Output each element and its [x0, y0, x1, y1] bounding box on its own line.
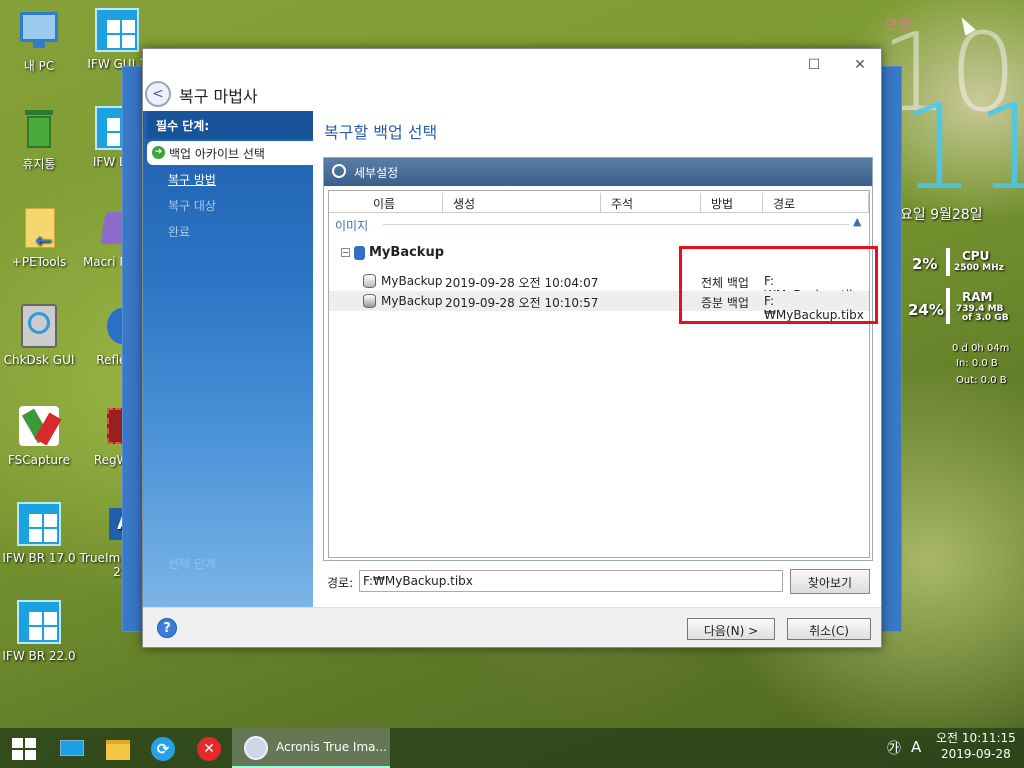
- back-arrow-icon[interactable]: <: [145, 81, 171, 107]
- folder-icon: ←: [17, 206, 61, 252]
- clock-minute: 11: [900, 78, 1024, 216]
- cpu-label: CPU: [962, 249, 990, 263]
- sidebar-item-archive-select[interactable]: ➔ 백업 아카이브 선택: [147, 141, 313, 165]
- column-created[interactable]: 생성: [443, 193, 601, 213]
- dialog-footer: ? 다음(N) > 취소(C): [143, 607, 881, 647]
- next-button[interactable]: 다음(N) >: [687, 618, 775, 640]
- group-label: 이미지: [335, 219, 369, 233]
- browse-button[interactable]: 찾아보기: [790, 569, 870, 594]
- refresh-icon[interactable]: ⟳: [150, 736, 176, 762]
- panel-header[interactable]: 세부설정: [324, 158, 872, 186]
- ram-label: RAM: [962, 290, 993, 304]
- file-explorer-icon[interactable]: [104, 736, 130, 762]
- clock-date: 요일 9월28일: [900, 207, 983, 223]
- incremental-backup-icon: [363, 294, 376, 308]
- recovery-wizard-dialog: < 복구 마법사 ☐ ✕ 필수 단계: ➔ 백업 아카이브 선택 복구 방법 복…: [142, 48, 882, 648]
- column-path[interactable]: 경로: [763, 193, 869, 213]
- magnifier-icon: [332, 164, 346, 178]
- ram-bar: [946, 288, 950, 324]
- uptime: 0 d 0h 04m: [952, 343, 1010, 354]
- recycle-bin-icon: [17, 106, 61, 150]
- sidebar-header: 필수 단계:: [147, 111, 313, 139]
- pc-icon: [17, 8, 61, 52]
- sidebar-item-finish: 완료: [168, 225, 191, 239]
- dialog-title: 복구 마법사: [179, 87, 258, 106]
- taskbar-item-acronis[interactable]: Acronis True Ima...: [232, 728, 390, 768]
- windows-icon: [17, 600, 61, 644]
- collapse-icon[interactable]: −: [341, 248, 350, 257]
- help-icon[interactable]: ?: [157, 618, 177, 638]
- desktop-icon-my-pc[interactable]: 내 PC: [0, 8, 78, 74]
- full-backup-icon: [363, 274, 376, 288]
- column-name[interactable]: 이름: [359, 193, 443, 213]
- cpu-freq: 2500 MHz: [954, 263, 1004, 273]
- desktop-icon-recycle-bin[interactable]: 휴지통: [0, 106, 78, 172]
- chevron-up-icon[interactable]: ▲: [853, 215, 861, 228]
- net-in: In: 0.0 B: [956, 358, 998, 369]
- ram-percent: 24%: [908, 301, 944, 319]
- disk-icon: [17, 304, 61, 348]
- group-divider: [383, 224, 849, 225]
- sidebar-item-recovery-method[interactable]: 복구 방법: [168, 171, 216, 188]
- ime-hangul-icon[interactable]: ㉮: [887, 738, 901, 758]
- maximize-button[interactable]: ☐: [799, 55, 829, 75]
- tree-root-mybackup[interactable]: − MyBackup: [341, 245, 444, 260]
- acronis-icon: [244, 736, 268, 760]
- arrow-right-icon: ➔: [152, 146, 165, 159]
- path-input[interactable]: F:₩MyBackup.tibx: [359, 570, 783, 592]
- cpu-percent: 2%: [912, 255, 938, 273]
- ime-mode-icon[interactable]: A: [911, 738, 921, 756]
- column-header-bar: 이름 생성 주석 방법 경로: [329, 191, 869, 213]
- stop-icon[interactable]: ✕: [196, 736, 222, 762]
- tray-clock[interactable]: 오전 10:11:15 2019-09-28: [936, 730, 1016, 762]
- archive-icon: [354, 245, 365, 260]
- capture-icon: [17, 404, 62, 448]
- ram-total: of 3.0 GB: [962, 313, 1009, 323]
- desktop-icon-fscapture[interactable]: FSCapture: [0, 404, 78, 467]
- sidebar-optional-steps: 선택 단계: [168, 557, 216, 571]
- close-button[interactable]: ✕: [845, 55, 875, 75]
- wizard-sidebar: 필수 단계: ➔ 백업 아카이브 선택 복구 방법 복구 대상 완료 선택 단계: [143, 111, 313, 607]
- dialog-header: < 복구 마법사 ☐ ✕: [143, 49, 881, 111]
- backup-panel: 세부설정 이름 생성 주석 방법 경로 이미지 ▲ − MyBackup MyBa…: [323, 157, 873, 561]
- monitor-icon[interactable]: [58, 736, 84, 762]
- desktop-icon-ifw-br-22[interactable]: IFW BR 22.0: [0, 600, 78, 663]
- taskbar: ⟳ ✕ Acronis True Ima... ㉮ A 오전 10:11:15 …: [0, 728, 1024, 768]
- desktop-icon-petools[interactable]: ← +PETools: [0, 206, 78, 269]
- cancel-button[interactable]: 취소(C): [787, 618, 871, 640]
- windows-icon: [95, 8, 139, 52]
- column-comment[interactable]: 주석: [601, 193, 701, 213]
- net-out: Out: 0.0 B: [956, 375, 1007, 386]
- start-windows-icon[interactable]: [12, 736, 38, 762]
- cpu-bar: [946, 248, 950, 276]
- clock-ampm: 오전: [884, 16, 912, 34]
- page-title: 복구할 백업 선택: [324, 123, 438, 142]
- column-method[interactable]: 방법: [701, 193, 763, 213]
- desktop-icon-chkdsk[interactable]: ChkDsk GUI: [0, 304, 78, 367]
- highlight-box: [679, 246, 878, 324]
- desktop-icon-ifw-br-17[interactable]: IFW BR 17.0: [0, 502, 78, 565]
- sidebar-item-recovery-target: 복구 대상: [168, 199, 216, 213]
- windows-icon: [17, 502, 61, 546]
- path-label: 경로:: [327, 576, 354, 590]
